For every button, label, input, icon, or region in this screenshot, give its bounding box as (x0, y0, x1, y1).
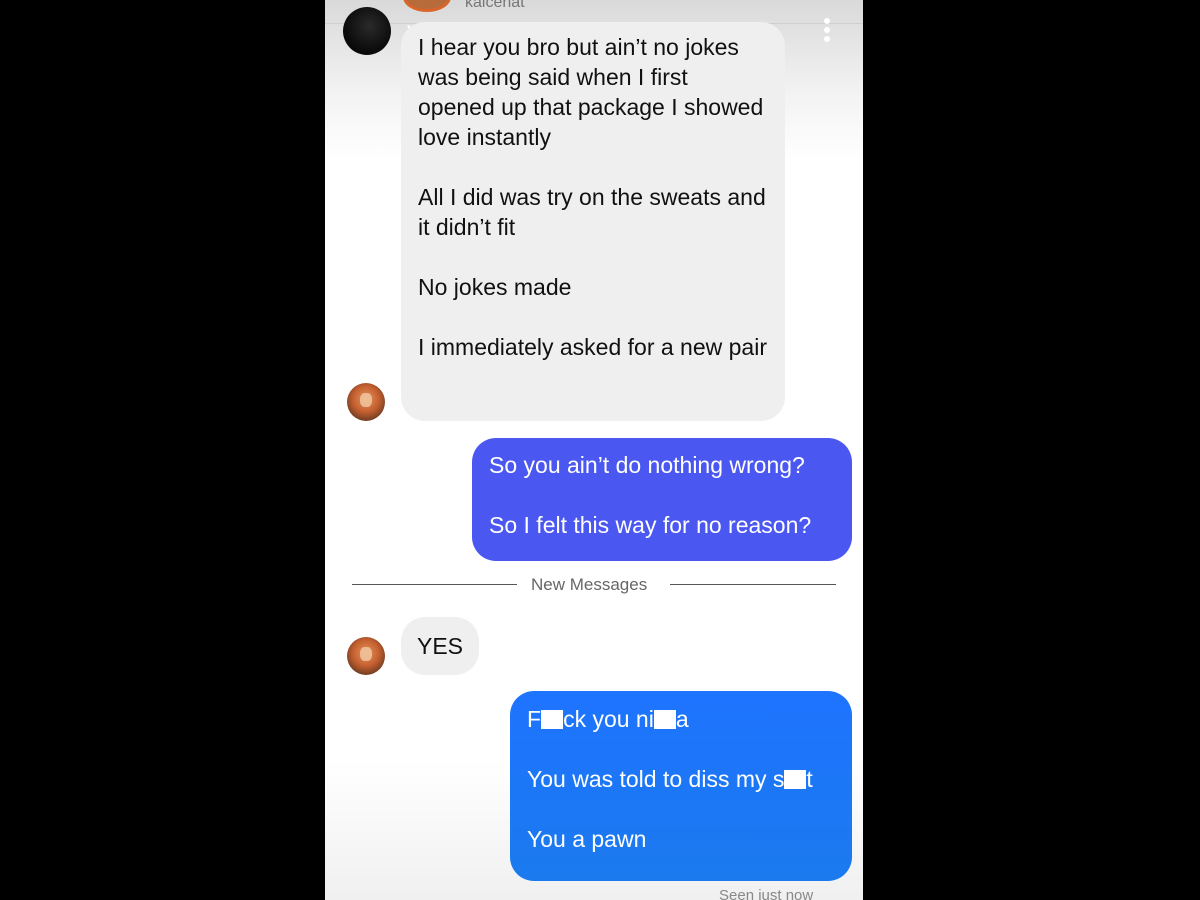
outgoing-message-bubble[interactable]: So you ain’t do nothing wrong? So I felt… (472, 438, 852, 561)
message-text: F (527, 706, 542, 732)
message-text: t (806, 766, 813, 792)
chat-header: kaicenat (325, 0, 863, 24)
outgoing-message-bubble[interactable]: Fck you ni a You was told to diss my s t Y… (510, 691, 852, 881)
new-messages-divider-right (670, 584, 836, 585)
sender-avatar[interactable] (347, 383, 385, 421)
censor-box (541, 710, 564, 729)
story-screen: kaicenat ye ✔ 5m I hear you bro but ain’… (325, 0, 863, 900)
message-text: ck you ni (563, 706, 654, 732)
censor-box (784, 770, 807, 789)
sender-avatar[interactable] (347, 637, 385, 675)
incoming-message-bubble[interactable]: YES (401, 617, 479, 675)
message-text: You a pawn (527, 826, 647, 852)
more-vertical-icon[interactable] (823, 18, 831, 44)
new-messages-divider-label: New Messages (531, 575, 648, 594)
new-messages-divider-left (352, 584, 517, 585)
censor-box (653, 710, 676, 729)
chat-header-avatar[interactable] (403, 0, 451, 12)
seen-status: Seen just now (719, 887, 814, 900)
message-text: You was told to diss my s (527, 766, 785, 792)
incoming-message-bubble[interactable]: I hear you bro but ain’t no jokes was be… (401, 22, 785, 421)
message-text: a (675, 706, 689, 732)
story-poster-avatar[interactable] (343, 7, 391, 55)
chat-header-username[interactable]: kaicenat (465, 0, 525, 12)
